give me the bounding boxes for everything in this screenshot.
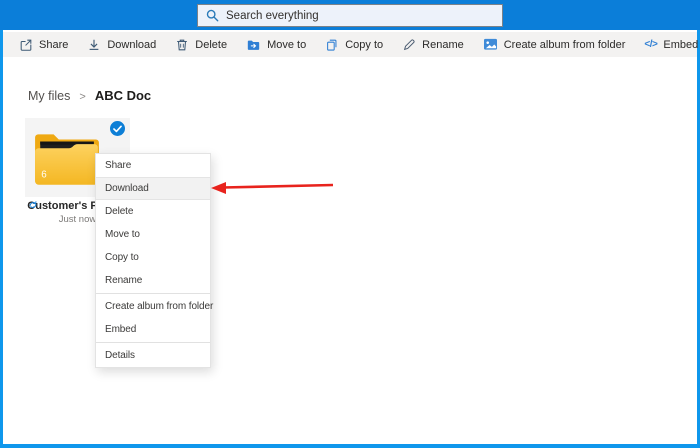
- window-border-left: [0, 0, 3, 448]
- context-menu-item-copy-to[interactable]: Copy to: [96, 246, 210, 269]
- top-app-bar: [0, 0, 700, 30]
- toolbar-share-label: Share: [39, 39, 68, 51]
- toolbar-create-album-label: Create album from folder: [504, 39, 626, 51]
- context-menu-item-rename[interactable]: Rename: [96, 269, 210, 292]
- breadcrumb: My files > ABC Doc: [28, 88, 151, 103]
- download-icon: [87, 38, 101, 52]
- check-icon: [113, 125, 122, 133]
- context-menu-separator: [96, 342, 210, 343]
- toolbar-embed-button[interactable]: </> Embed: [644, 39, 698, 51]
- folder-item-count: 6: [41, 170, 46, 181]
- toolbar-rename-button[interactable]: Rename: [402, 38, 464, 52]
- sync-icon: [28, 197, 38, 215]
- breadcrumb-separator: >: [79, 91, 85, 103]
- toolbar-move-to-button[interactable]: Move to: [246, 38, 306, 52]
- toolbar-download-label: Download: [107, 39, 156, 51]
- embed-icon: </>: [644, 39, 657, 50]
- context-menu: Share Download Delete Move to Copy to Re…: [95, 153, 211, 368]
- context-menu-item-delete[interactable]: Delete: [96, 200, 210, 223]
- command-toolbar: Share Download Delete Move: [3, 32, 697, 57]
- share-icon: [19, 38, 33, 52]
- copy-to-icon: [325, 38, 339, 52]
- album-icon: [483, 38, 498, 51]
- search-input[interactable]: [226, 10, 494, 22]
- folder-icon: 6: [32, 127, 102, 194]
- breadcrumb-current-folder[interactable]: ABC Doc: [95, 88, 151, 103]
- search-box[interactable]: [197, 4, 503, 27]
- red-arrow-annotation: [209, 178, 337, 201]
- selection-check-badge[interactable]: [110, 121, 125, 136]
- context-menu-item-embed[interactable]: Embed: [96, 318, 210, 341]
- toolbar-rename-label: Rename: [422, 39, 464, 51]
- delete-icon: [175, 38, 189, 52]
- breadcrumb-my-files[interactable]: My files: [28, 89, 70, 103]
- context-menu-separator: [96, 293, 210, 294]
- rename-icon: [402, 38, 416, 52]
- search-icon: [206, 9, 219, 22]
- toolbar-move-to-label: Move to: [267, 39, 306, 51]
- context-menu-item-move-to[interactable]: Move to: [96, 223, 210, 246]
- toolbar-download-button[interactable]: Download: [87, 38, 156, 52]
- context-menu-item-details[interactable]: Details: [96, 344, 210, 367]
- context-menu-item-download[interactable]: Download: [96, 177, 210, 200]
- context-menu-item-create-album[interactable]: Create album from folder: [96, 295, 210, 318]
- move-to-icon: [246, 38, 261, 52]
- toolbar-delete-button[interactable]: Delete: [175, 38, 227, 52]
- context-menu-item-share[interactable]: Share: [96, 154, 210, 177]
- toolbar-copy-to-label: Copy to: [345, 39, 383, 51]
- onedrive-window: Share Download Delete Move: [0, 0, 700, 448]
- toolbar-copy-to-button[interactable]: Copy to: [325, 38, 383, 52]
- toolbar-delete-label: Delete: [195, 39, 227, 51]
- toolbar-create-album-button[interactable]: Create album from folder: [483, 38, 626, 51]
- toolbar-embed-label: Embed: [663, 39, 698, 51]
- toolbar-share-button[interactable]: Share: [19, 38, 68, 52]
- window-border-bottom: [0, 444, 700, 448]
